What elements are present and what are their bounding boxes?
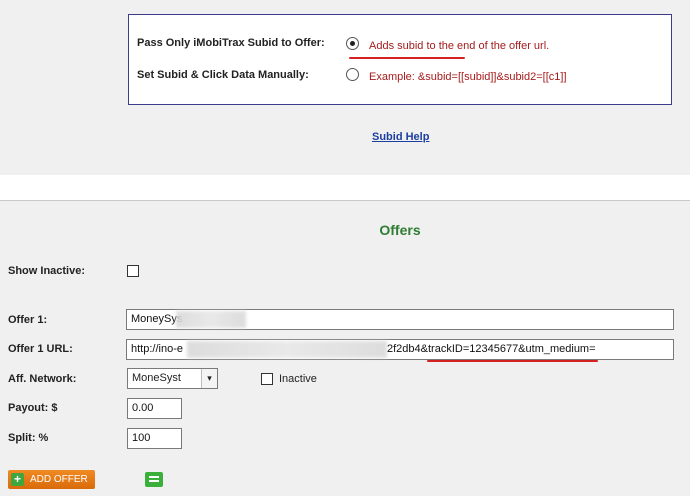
show-inactive-checkbox[interactable] (127, 265, 139, 277)
pass-only-subid-description: Adds subid to the end of the offer url. (369, 40, 550, 52)
aff-network-select[interactable]: MoneSyst ▾ (127, 368, 218, 389)
section-divider-line (0, 200, 690, 201)
show-inactive-label: Show Inactive: (8, 265, 86, 277)
offer-1-url-end: 2f2db4&trackID=12345677&utm_medium= (387, 343, 596, 355)
split-value: 100 (132, 432, 151, 444)
aff-network-value: MoneSyst (132, 372, 181, 384)
manual-subid-radio[interactable] (346, 68, 359, 81)
pass-only-subid-label: Pass Only iMobiTrax Subid to Offer: (137, 37, 325, 49)
menu-icon[interactable] (145, 472, 163, 487)
split-input[interactable]: 100 (127, 428, 182, 449)
chevron-down-icon: ▾ (201, 369, 217, 388)
split-label: Split: % (8, 432, 49, 444)
subid-help-link[interactable]: Subid Help (372, 131, 429, 143)
redacted-offer-url (187, 341, 387, 358)
subid-options-box (128, 14, 672, 105)
red-underline-annotation (349, 57, 465, 59)
offer-1-label: Offer 1: (8, 314, 48, 326)
offer-1-url-start: http://ino-e (131, 343, 183, 355)
red-underline-annotation (427, 360, 598, 362)
subid-settings-area: Pass Only iMobiTrax Subid to Offer: Adds… (0, 0, 690, 175)
payout-input[interactable]: 0.00 (127, 398, 182, 419)
add-offer-label: ADD OFFER (30, 474, 88, 485)
add-offer-button[interactable]: + ADD OFFER (8, 470, 95, 489)
plus-icon: + (11, 473, 24, 486)
aff-network-label: Aff. Network: (8, 373, 77, 385)
pass-only-subid-radio[interactable] (346, 37, 359, 50)
offers-section-title: Offers (379, 222, 421, 238)
inactive-checkbox[interactable] (261, 373, 273, 385)
manual-subid-label: Set Subid & Click Data Manually: (137, 69, 309, 81)
redacted-offer-name (176, 311, 246, 328)
section-separator (0, 175, 690, 200)
inactive-label: Inactive (279, 373, 317, 385)
offer-1-url-label: Offer 1 URL: (8, 343, 73, 355)
offer-1-name-value: MoneySys (131, 313, 183, 325)
payout-label: Payout: $ (8, 402, 58, 414)
manual-subid-example: Example: &subid=[[subid]]&subid2=[[c1]] (369, 71, 567, 83)
payout-value: 0.00 (132, 402, 154, 414)
